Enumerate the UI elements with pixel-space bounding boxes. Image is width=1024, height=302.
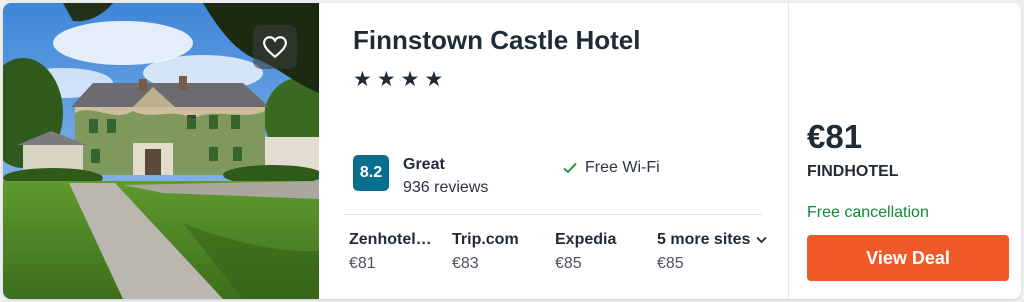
rating-label: Great: [403, 156, 445, 173]
more-sites-price: €85: [657, 255, 684, 272]
chevron-down-icon: [756, 236, 768, 244]
heart-icon: [263, 36, 287, 59]
hotel-name[interactable]: Finnstown Castle Hotel: [353, 25, 640, 56]
deal-panel: €81 FINDHOTEL Free cancellation View Dea…: [788, 3, 1021, 299]
provider-trip-com[interactable]: Trip.com €83: [452, 231, 548, 273]
hotel-card[interactable]: Finnstown Castle Hotel ★★★★ 8.2 Great 93…: [3, 3, 1021, 299]
cancellation-policy: Free cancellation: [807, 204, 929, 221]
review-count[interactable]: 936 reviews: [403, 179, 488, 197]
checkmark-icon: [563, 162, 577, 174]
amenity-wifi: Free Wi-Fi: [563, 159, 660, 177]
provider-price: €85: [555, 255, 582, 272]
deal-price: €81: [807, 118, 863, 155]
more-sites-label: 5 more sites: [657, 231, 751, 248]
provider-name: Trip.com: [452, 231, 519, 248]
star-rating: ★★★★: [353, 68, 449, 91]
view-deal-button[interactable]: View Deal: [807, 235, 1009, 281]
provider-zenhotels[interactable]: Zenhotel… €81: [349, 231, 445, 273]
more-sites-dropdown[interactable]: 5 more sites €85: [657, 231, 781, 273]
favorite-button[interactable]: [253, 25, 297, 69]
provider-price: €81: [349, 255, 376, 272]
provider-name: Expedia: [555, 231, 617, 248]
amenity-label: Free Wi-Fi: [585, 159, 660, 176]
rating-score-badge: 8.2: [353, 155, 389, 191]
provider-price: €83: [452, 255, 479, 272]
provider-name: Zenhotel…: [349, 231, 432, 248]
divider: [345, 214, 762, 215]
hotel-info: Finnstown Castle Hotel ★★★★ 8.2 Great 93…: [319, 3, 788, 299]
deal-vendor: FINDHOTEL: [807, 163, 899, 180]
provider-expedia[interactable]: Expedia €85: [555, 231, 651, 273]
hotel-photo[interactable]: [3, 3, 319, 299]
more-sites-label-row: 5 more sites: [657, 231, 781, 249]
